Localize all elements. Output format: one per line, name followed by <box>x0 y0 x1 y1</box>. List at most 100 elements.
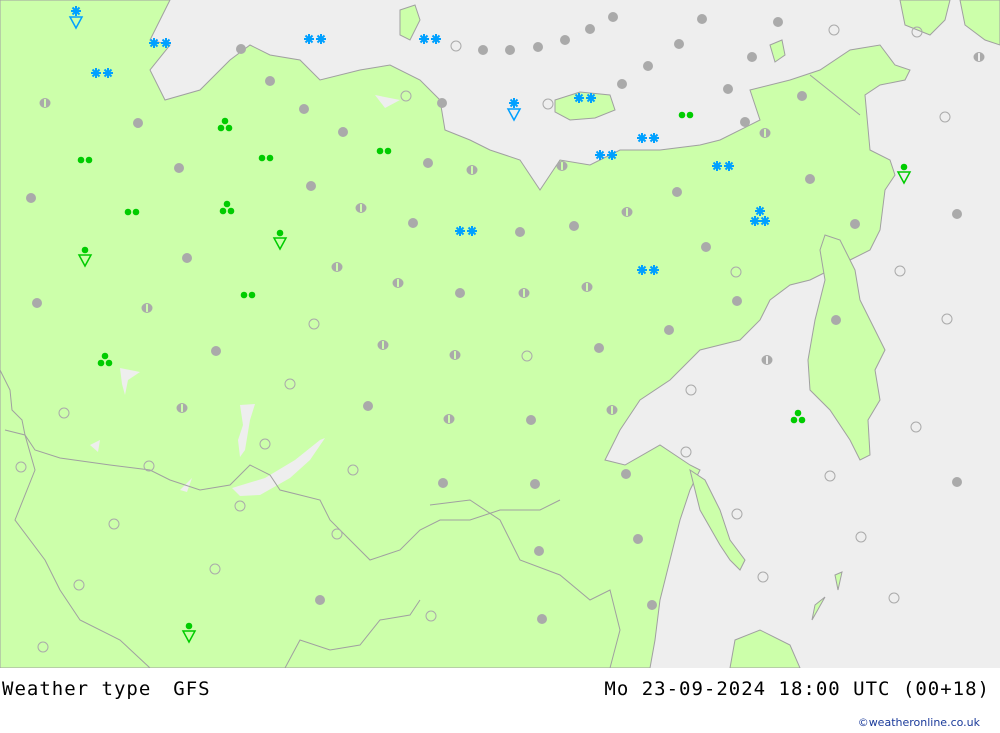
cloud-partly-symbol <box>176 403 188 413</box>
cloud-overcast-symbol <box>32 298 42 308</box>
cloud-overcast-symbol <box>672 187 682 197</box>
cloud-overcast-symbol <box>850 219 860 229</box>
cloud-clear-symbol <box>37 641 49 653</box>
cloud-clear-symbol <box>58 407 70 419</box>
cloud-clear-symbol <box>888 592 900 604</box>
cloud-clear-symbol <box>73 579 85 591</box>
cloud-partly-symbol <box>377 340 389 350</box>
cloud-clear-symbol <box>209 563 221 575</box>
cloud-overcast-symbol <box>594 343 604 353</box>
cloud-clear-symbol <box>259 438 271 450</box>
cloud-overcast-symbol <box>315 595 325 605</box>
snow-moderate-symbol <box>91 68 113 78</box>
cloud-overcast-symbol <box>515 227 525 237</box>
cloud-overcast-symbol <box>306 181 316 191</box>
rain-shower-symbol <box>272 229 288 251</box>
cloud-overcast-symbol <box>621 469 631 479</box>
rain-heavy-symbol <box>217 117 233 132</box>
rain-shower-symbol <box>77 246 93 268</box>
cloud-partly-symbol <box>466 165 478 175</box>
cloud-clear-symbol <box>108 518 120 530</box>
cloud-partly-symbol <box>556 161 568 171</box>
cloud-overcast-symbol <box>740 117 750 127</box>
cloud-partly-symbol <box>39 98 51 108</box>
cloud-overcast-symbol <box>697 14 707 24</box>
model-name: GFS <box>173 678 211 700</box>
cloud-partly-symbol <box>759 128 771 138</box>
cloud-clear-symbol <box>308 318 320 330</box>
cloud-overcast-symbol <box>182 253 192 263</box>
cloud-overcast-symbol <box>537 614 547 624</box>
snow-moderate-symbol <box>712 161 734 171</box>
cloud-overcast-symbol <box>643 61 653 71</box>
cloud-overcast-symbol <box>438 478 448 488</box>
cloud-clear-symbol <box>521 350 533 362</box>
rain-heavy-symbol <box>219 200 235 215</box>
cloud-partly-symbol <box>973 52 985 62</box>
weather-symbols-layer <box>15 6 985 653</box>
cloud-clear-symbol <box>730 266 742 278</box>
cloud-clear-symbol <box>284 378 296 390</box>
snow-moderate-symbol <box>637 133 659 143</box>
cloud-overcast-symbol <box>747 52 757 62</box>
rain-moderate-symbol <box>240 291 256 299</box>
cloud-partly-symbol <box>355 203 367 213</box>
rain-moderate-symbol <box>77 156 93 164</box>
cloud-clear-symbol <box>731 508 743 520</box>
cloud-overcast-symbol <box>805 174 815 184</box>
cloud-overcast-symbol <box>585 24 595 34</box>
rain-moderate-symbol <box>678 111 694 119</box>
cloud-overcast-symbol <box>533 42 543 52</box>
cloud-clear-symbol <box>400 90 412 102</box>
credit-link[interactable]: ©weatheronline.co.uk <box>858 716 980 729</box>
cloud-overcast-symbol <box>338 127 348 137</box>
cloud-clear-symbol <box>941 313 953 325</box>
cloud-overcast-symbol <box>831 315 841 325</box>
rain-heavy-symbol <box>97 352 113 367</box>
cloud-clear-symbol <box>910 421 922 433</box>
cloud-clear-symbol <box>894 265 906 277</box>
cloud-clear-symbol <box>347 464 359 476</box>
cloud-partly-symbol <box>443 414 455 424</box>
cloud-clear-symbol <box>143 460 155 472</box>
cloud-overcast-symbol <box>674 39 684 49</box>
cloud-clear-symbol <box>680 446 692 458</box>
cloud-overcast-symbol <box>647 600 657 610</box>
cloud-overcast-symbol <box>952 477 962 487</box>
cloud-overcast-symbol <box>26 193 36 203</box>
cloud-clear-symbol <box>939 111 951 123</box>
cloud-partly-symbol <box>331 262 343 272</box>
cloud-overcast-symbol <box>701 242 711 252</box>
snow-moderate-symbol <box>637 265 659 275</box>
cloud-clear-symbol <box>824 470 836 482</box>
cloud-overcast-symbol <box>408 218 418 228</box>
map-title: Weather type GFS <box>2 678 211 700</box>
cloud-overcast-symbol <box>437 98 447 108</box>
cloud-overcast-symbol <box>952 209 962 219</box>
cloud-overcast-symbol <box>633 534 643 544</box>
cloud-overcast-symbol <box>265 76 275 86</box>
cloud-overcast-symbol <box>423 158 433 168</box>
cloud-overcast-symbol <box>608 12 618 22</box>
map-title-label: Weather type <box>2 678 152 700</box>
cloud-overcast-symbol <box>560 35 570 45</box>
cloud-overcast-symbol <box>455 288 465 298</box>
cloud-partly-symbol <box>761 355 773 365</box>
cloud-partly-symbol <box>141 303 153 313</box>
cloud-overcast-symbol <box>299 104 309 114</box>
cloud-overcast-symbol <box>478 45 488 55</box>
cloud-overcast-symbol <box>530 479 540 489</box>
cloud-clear-symbol <box>15 461 27 473</box>
rain-shower-symbol <box>181 622 197 644</box>
snow-moderate-symbol <box>574 93 596 103</box>
cloud-partly-symbol <box>621 207 633 217</box>
cloud-partly-symbol <box>581 282 593 292</box>
rain-moderate-symbol <box>258 154 274 162</box>
cloud-overcast-symbol <box>773 17 783 27</box>
cloud-clear-symbol <box>450 40 462 52</box>
cloud-overcast-symbol <box>797 91 807 101</box>
weather-map <box>0 0 1000 668</box>
cloud-overcast-symbol <box>723 84 733 94</box>
cloud-clear-symbol <box>685 384 697 396</box>
cloud-clear-symbol <box>757 571 769 583</box>
